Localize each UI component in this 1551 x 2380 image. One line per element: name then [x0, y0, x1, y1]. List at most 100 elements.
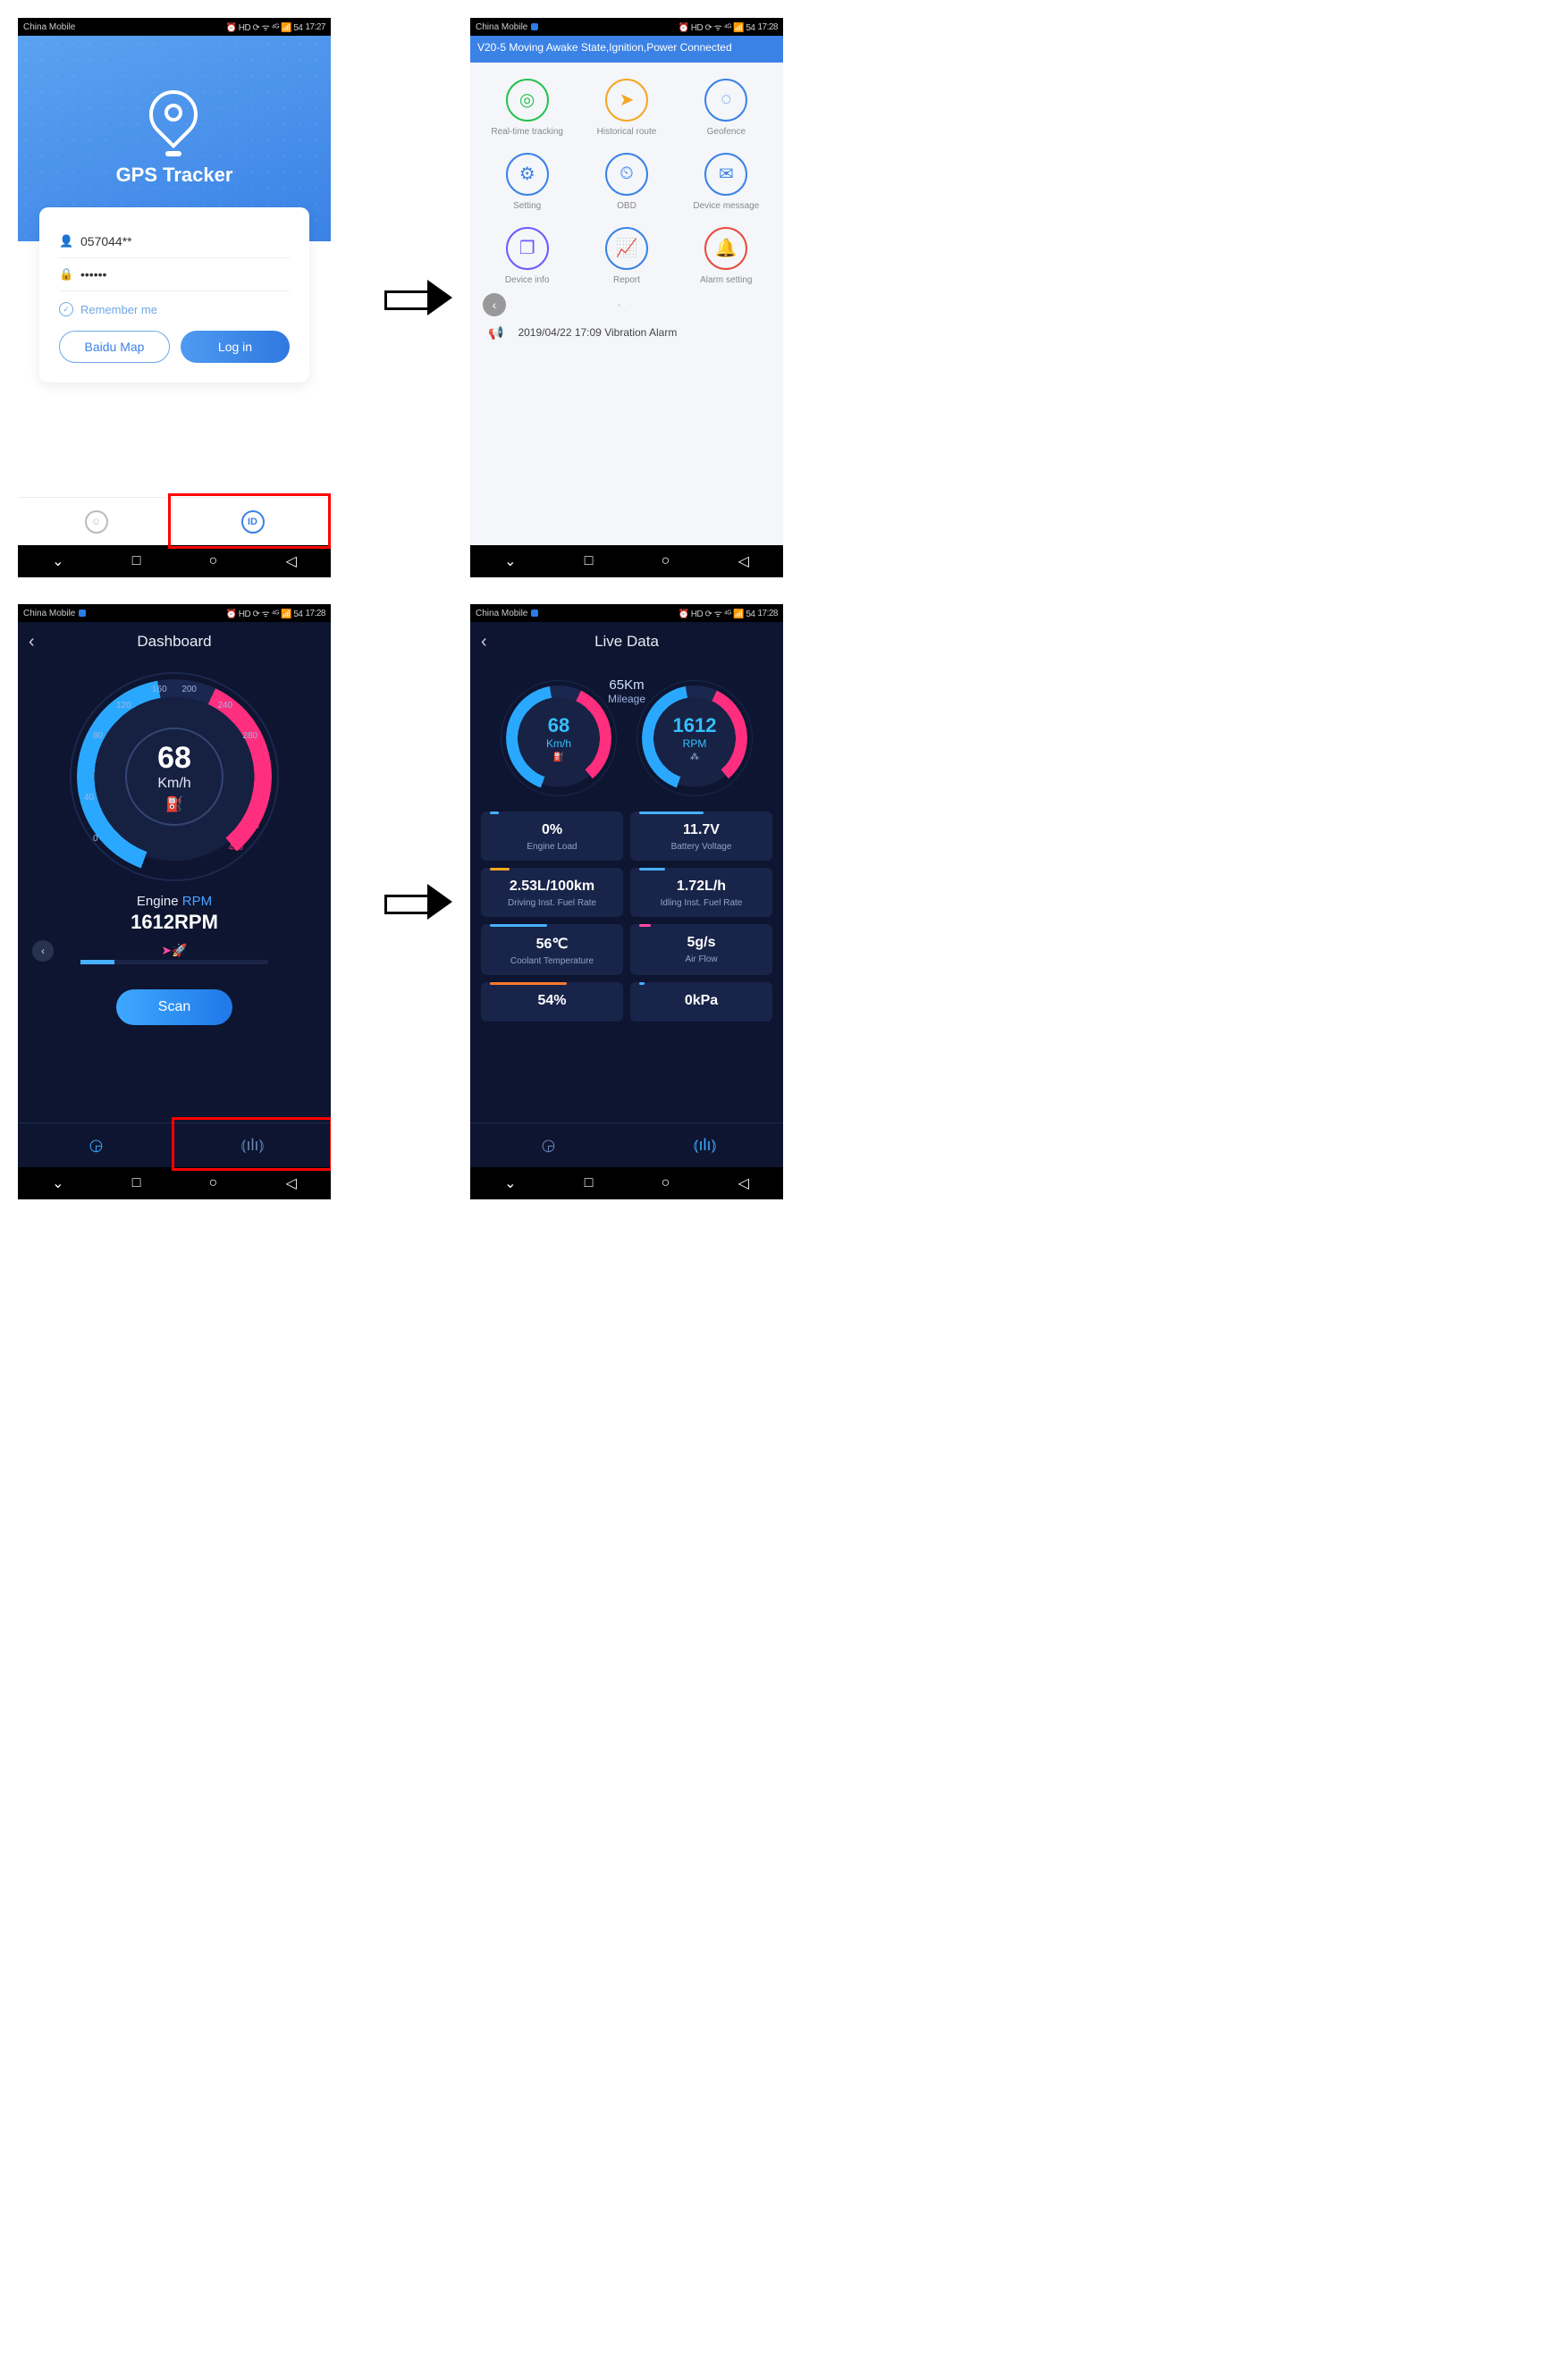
app-logo-icon: [149, 90, 199, 153]
menu-icon: ◎: [506, 79, 549, 122]
speed-value: 68: [157, 741, 191, 776]
metric-card: 1.72L/h Idling Inst. Fuel Rate: [630, 868, 772, 917]
screen-live-data: China Mobile ⏰ HD ⟳ ᯤ ⁴ᴳ 📶 54 17:28 ‹ Li…: [470, 604, 783, 1199]
speed-gauge: 0 40 80 120 160 200 240 280 320 360 400 …: [72, 674, 277, 879]
menu-item-obd[interactable]: ⏲ OBD: [577, 153, 676, 211]
mini-gauge-rpm: 1612RPM⁂: [637, 681, 752, 795]
nav-home-icon[interactable]: ○: [662, 1175, 670, 1191]
menu-label: Setting: [513, 201, 541, 211]
menu-label: Alarm setting: [700, 275, 752, 285]
metric-value: 0%: [490, 822, 614, 838]
speaker-icon: 📢: [488, 325, 503, 341]
nav-back-icon[interactable]: ◁: [738, 1174, 749, 1192]
tab-gauge[interactable]: ◶: [470, 1123, 627, 1167]
nav-recent-icon[interactable]: □: [132, 1175, 141, 1191]
login-button[interactable]: Log in: [181, 331, 290, 363]
screen-main-menu: China Mobile ⏰ HD ⟳ ᯤ ⁴ᴳ 📶 54 17:28 V20-…: [470, 18, 783, 577]
tab-bars[interactable]: ⦅ılı⦆: [627, 1123, 783, 1167]
android-nav: ⌄ □ ○ ◁: [18, 1167, 331, 1199]
menu-item-report[interactable]: 📈 Report: [577, 227, 676, 285]
tab-id[interactable]: ID: [174, 498, 331, 545]
login-card: 👤 057044** 🔒 •••••• ✓ Remember me Baidu …: [39, 207, 309, 383]
android-nav: ⌄ □ ○ ◁: [470, 545, 783, 577]
nav-down-icon[interactable]: ⌄: [504, 552, 516, 570]
metric-label: Air Flow: [639, 955, 763, 964]
metric-label: Battery Voltage: [639, 842, 763, 852]
nav-recent-icon[interactable]: □: [132, 553, 141, 569]
login-mode-tabs: ☺ ID: [18, 497, 331, 545]
menu-label: Report: [613, 275, 640, 285]
nav-recent-icon[interactable]: □: [585, 553, 594, 569]
pager-back-button[interactable]: ‹: [483, 293, 506, 316]
arrow-icon: [384, 280, 456, 315]
android-nav: ⌄ □ ○ ◁: [18, 545, 331, 577]
nav-back-icon[interactable]: ◁: [286, 552, 297, 570]
username-field[interactable]: 👤 057044**: [59, 225, 290, 258]
back-button[interactable]: ‹: [481, 632, 487, 652]
nav-home-icon[interactable]: ○: [209, 553, 218, 569]
menu-item-real-time-tracking[interactable]: ◎ Real-time tracking: [477, 79, 577, 137]
nav-home-icon[interactable]: ○: [209, 1175, 218, 1191]
rpm-progress: [80, 960, 268, 964]
menu-icon: 📈: [605, 227, 648, 270]
screen-login: China Mobile ⏰ HD ⟳ ᯤ ⁴ᴳ 📶 54 17:27 GPS …: [18, 18, 331, 577]
prev-page-button[interactable]: ‹: [32, 940, 54, 962]
scan-button[interactable]: Scan: [116, 989, 232, 1025]
speed-unit: Km/h: [157, 776, 190, 792]
menu-label: Historical route: [597, 127, 657, 137]
nav-recent-icon[interactable]: □: [585, 1175, 594, 1191]
tab-account[interactable]: ☺: [18, 498, 174, 545]
app-title: GPS Tracker: [116, 164, 233, 187]
nav-back-icon[interactable]: ◁: [738, 552, 749, 570]
status-bar: China Mobile ⏰ HD ⟳ ᯤ ⁴ᴳ 📶 54 17:28: [18, 604, 331, 622]
menu-grid: ◎ Real-time tracking➤ Historical route◌ …: [470, 63, 783, 292]
nav-down-icon[interactable]: ⌄: [52, 1174, 63, 1192]
menu-item-alarm-setting[interactable]: 🔔 Alarm setting: [677, 227, 776, 285]
nav-down-icon[interactable]: ⌄: [504, 1174, 516, 1192]
lock-icon: 🔒: [59, 267, 72, 282]
screen-dashboard: China Mobile ⏰ HD ⟳ ᯤ ⁴ᴳ 📶 54 17:28 ‹ Da…: [18, 604, 331, 1199]
password-field[interactable]: 🔒 ••••••: [59, 258, 290, 291]
metric-value: 54%: [490, 993, 614, 1009]
remember-me-toggle[interactable]: ✓ Remember me: [59, 291, 290, 331]
menu-item-historical-route[interactable]: ➤ Historical route: [577, 79, 676, 137]
rocket-icon: ➤🚀: [18, 943, 331, 958]
menu-icon: ➤: [605, 79, 648, 122]
nav-home-icon[interactable]: ○: [662, 553, 670, 569]
menu-label: Geofence: [707, 127, 746, 137]
page-title-bar: ‹ Dashboard: [18, 622, 331, 661]
menu-item-device-message[interactable]: ✉ Device message: [677, 153, 776, 211]
menu-icon: 🔔: [704, 227, 747, 270]
nav-down-icon[interactable]: ⌄: [52, 552, 63, 570]
baidu-map-button[interactable]: Baidu Map: [59, 331, 170, 363]
page-title-bar: ‹ Live Data: [470, 622, 783, 661]
metric-value: 2.53L/100km: [490, 879, 614, 895]
status-bar: China Mobile ⏰ HD ⟳ ᯤ ⁴ᴳ 📶 54 17:27: [18, 18, 331, 36]
metric-label: Driving Inst. Fuel Rate: [490, 898, 614, 908]
page-title: Live Data: [594, 633, 659, 651]
menu-label: Device message: [693, 201, 759, 211]
pager-dots: • ·: [470, 301, 783, 309]
bottom-tabs: ◶ ⦅ılı⦆: [18, 1123, 331, 1167]
latest-alarm-row[interactable]: 📢 2019/04/22 17:09 Vibration Alarm: [470, 309, 783, 357]
person-icon: ☺: [85, 510, 108, 534]
metric-card: 2.53L/100km Driving Inst. Fuel Rate: [481, 868, 623, 917]
arrow-icon: [384, 884, 456, 920]
back-button[interactable]: ‹: [29, 632, 35, 652]
mini-gauge-cluster: 65Km Mileage 68Km/h⛽ 1612RPM⁂: [502, 672, 752, 797]
menu-item-setting[interactable]: ⚙ Setting: [477, 153, 577, 211]
metric-card: 56℃ Coolant Temperature: [481, 924, 623, 975]
metric-card: 11.7V Battery Voltage: [630, 812, 772, 861]
menu-label: OBD: [617, 201, 636, 211]
engine-rpm-block: Engine RPM 1612RPM ➤🚀: [18, 887, 331, 968]
tab-bars[interactable]: ⦅ılı⦆: [174, 1123, 331, 1167]
metric-value: 0kPa: [639, 993, 763, 1009]
menu-icon: ◌: [704, 79, 747, 122]
mini-gauge-speed: 68Km/h⛽: [502, 681, 616, 795]
tab-gauge[interactable]: ◶: [18, 1123, 174, 1167]
menu-item-device-info[interactable]: ❐ Device info: [477, 227, 577, 285]
nav-back-icon[interactable]: ◁: [286, 1174, 297, 1192]
metric-card: 0kPa: [630, 982, 772, 1022]
menu-item-geofence[interactable]: ◌ Geofence: [677, 79, 776, 137]
menu-icon: ✉: [704, 153, 747, 196]
